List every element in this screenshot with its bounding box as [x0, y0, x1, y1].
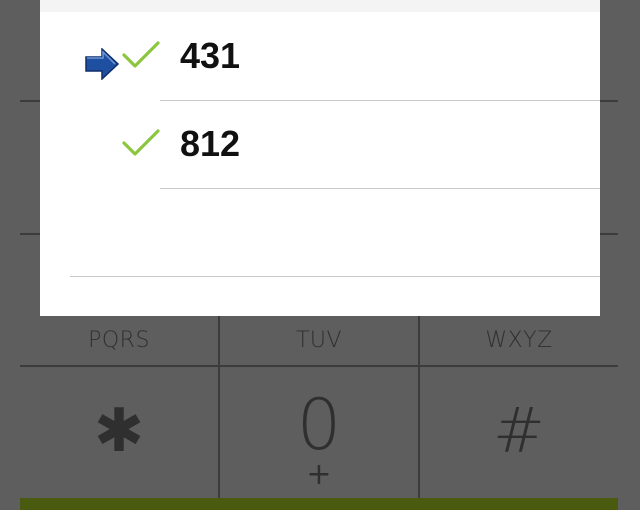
call-bar[interactable] [20, 498, 618, 510]
key-8-letters[interactable]: TUV [220, 328, 418, 353]
list-item[interactable]: 812 [40, 100, 600, 188]
key-7-letters[interactable]: PQRS [20, 328, 218, 353]
divider [20, 365, 618, 367]
list-item[interactable]: 431 [40, 12, 600, 100]
asterisk-icon: ✱ [93, 396, 145, 466]
checkmark-icon [122, 129, 160, 156]
phone-number: 431 [180, 35, 241, 76]
hash-icon: # [493, 394, 545, 467]
key-hash[interactable]: # [420, 385, 618, 495]
list-item-empty[interactable] [40, 188, 600, 276]
arrow-right-icon [85, 48, 120, 80]
number-picker-dialog: 431 812 [40, 0, 600, 316]
key-9-letters[interactable]: WXYZ [420, 328, 618, 353]
dialog-header-strip [40, 0, 600, 12]
checkmark-icon [122, 41, 160, 68]
key-0[interactable]: 0 + [220, 385, 418, 495]
key-0-plus: + [306, 457, 332, 492]
key-star[interactable]: ✱ [20, 385, 218, 495]
phone-number: 812 [180, 123, 241, 164]
key-0-digit: 0 [296, 384, 342, 466]
divider [70, 276, 600, 277]
